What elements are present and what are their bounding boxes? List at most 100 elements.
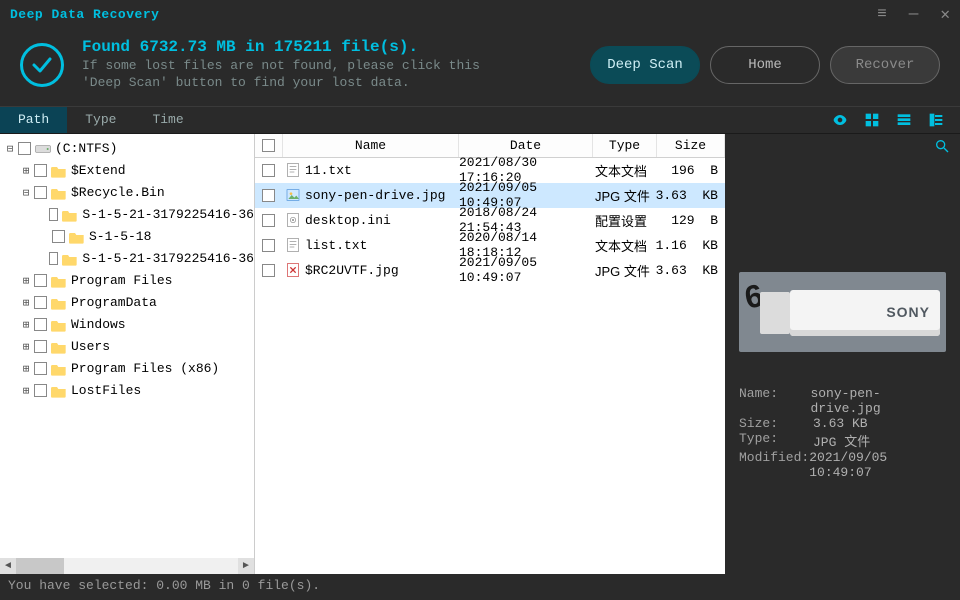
- row-checkbox[interactable]: [262, 164, 275, 177]
- row-checkbox[interactable]: [262, 189, 275, 202]
- scroll-right-arrow[interactable]: ►: [238, 558, 254, 574]
- tree-checkbox[interactable]: [34, 340, 47, 353]
- table-row[interactable]: sony-pen-drive.jpg2021/09/05 10:49:07JPG…: [255, 183, 725, 208]
- tree-row[interactable]: S-1-5-18: [2, 226, 254, 248]
- folder-icon: [51, 362, 67, 376]
- tree-label: $Recycle.Bin: [71, 185, 165, 200]
- tabs-row: Path Type Time: [0, 106, 960, 134]
- file-icon: [285, 237, 301, 253]
- tree-row[interactable]: ⊟(C:NTFS): [2, 138, 254, 160]
- row-checkbox[interactable]: [262, 214, 275, 227]
- header-size[interactable]: Size: [657, 134, 725, 157]
- expand-icon[interactable]: ⊞: [20, 384, 32, 397]
- table-row[interactable]: list.txt2020/08/14 18:18:12文本文档1.16 KB: [255, 233, 725, 258]
- file-size: 196 B: [657, 163, 725, 178]
- check-circle-icon: [20, 43, 64, 87]
- details-panel: 6GB Name:sony-pen-drive.jpg Size:3.63 KB…: [725, 134, 960, 574]
- file-list-body: 11.txt2021/08/30 17:16:20文本文档196 Bsony-p…: [255, 158, 725, 574]
- folder-icon: [62, 208, 78, 222]
- tree-label: Program Files: [71, 273, 172, 288]
- tree-horizontal-scrollbar[interactable]: ◄ ►: [0, 558, 254, 574]
- expand-icon[interactable]: ⊞: [20, 164, 32, 177]
- folder-icon: [51, 164, 67, 178]
- grid-view-icon[interactable]: [864, 112, 880, 128]
- scroll-thumb[interactable]: [16, 558, 64, 574]
- file-size: 129 B: [657, 213, 725, 228]
- home-button[interactable]: Home: [710, 46, 820, 84]
- expand-icon[interactable]: ⊞: [20, 296, 32, 309]
- table-row[interactable]: 11.txt2021/08/30 17:16:20文本文档196 B: [255, 158, 725, 183]
- tree-checkbox[interactable]: [52, 230, 65, 243]
- minimize-icon[interactable]: —: [909, 5, 919, 23]
- file-icon: [285, 187, 301, 203]
- tab-path[interactable]: Path: [0, 107, 67, 133]
- tree-row[interactable]: ⊞ProgramData: [2, 292, 254, 314]
- tree-row[interactable]: S-1-5-21-3179225416-36: [2, 204, 254, 226]
- tab-time[interactable]: Time: [134, 107, 201, 133]
- deep-scan-button[interactable]: Deep Scan: [590, 46, 700, 84]
- tree-checkbox[interactable]: [34, 186, 47, 199]
- tree-row[interactable]: ⊟ $Recycle.Bin: [2, 182, 254, 204]
- folder-icon: [51, 296, 67, 310]
- row-checkbox[interactable]: [262, 239, 275, 252]
- file-type: JPG 文件: [593, 261, 657, 280]
- toolbar-icons: [816, 107, 960, 133]
- preview-toggle-icon[interactable]: [832, 112, 848, 128]
- tree-row[interactable]: S-1-5-21-3179225416-36: [2, 248, 254, 270]
- row-checkbox[interactable]: [262, 264, 275, 277]
- close-icon[interactable]: ✕: [940, 4, 950, 24]
- tree-checkbox[interactable]: [34, 274, 47, 287]
- recover-button[interactable]: Recover: [830, 46, 940, 84]
- tree-checkbox[interactable]: [34, 384, 47, 397]
- file-size: 3.63 KB: [657, 263, 725, 278]
- table-row[interactable]: desktop.ini2018/08/24 21:54:43配置设置129 B: [255, 208, 725, 233]
- tree-row[interactable]: ⊞LostFiles: [2, 380, 254, 402]
- table-row[interactable]: $RC2UVTF.jpg2021/09/05 10:49:07JPG 文件3.6…: [255, 258, 725, 283]
- file-type: 文本文档: [593, 236, 657, 255]
- tree-panel: ⊟(C:NTFS)⊞$Extend ⊟ $Recycle.Bin S-1-5-21-3…: [0, 134, 254, 574]
- tree-checkbox[interactable]: [34, 362, 47, 375]
- tree-checkbox[interactable]: [34, 318, 47, 331]
- header-type[interactable]: Type: [593, 134, 657, 157]
- meta-type-value: JPG 文件: [813, 431, 870, 450]
- expand-icon[interactable]: ⊞: [20, 274, 32, 287]
- select-all-checkbox[interactable]: [262, 139, 275, 152]
- file-date: 2021/09/05 10:49:07: [459, 255, 593, 285]
- tree-row[interactable]: ⊞Users: [2, 336, 254, 358]
- tree-checkbox[interactable]: [34, 164, 47, 177]
- tree-checkbox[interactable]: [18, 142, 31, 155]
- meta-modified-key: Modified:: [739, 450, 809, 480]
- expand-icon[interactable]: ⊞: [20, 318, 32, 331]
- folder-icon: [51, 186, 67, 200]
- folder-icon: [51, 340, 67, 354]
- tree-row[interactable]: ⊞Windows: [2, 314, 254, 336]
- file-icon: [285, 162, 301, 178]
- expand-icon[interactable]: ⊞: [20, 340, 32, 353]
- hint-text: If some lost files are not found, please…: [82, 58, 590, 92]
- usb-body-graphic: [790, 290, 940, 336]
- detail-view-icon[interactable]: [928, 112, 944, 128]
- expand-icon[interactable]: ⊞: [20, 362, 32, 375]
- header-date[interactable]: Date: [459, 134, 593, 157]
- tree-row[interactable]: ⊞ Program Files: [2, 270, 254, 292]
- tree-checkbox[interactable]: [34, 296, 47, 309]
- tree-checkbox[interactable]: [49, 252, 59, 265]
- tab-type[interactable]: Type: [67, 107, 134, 133]
- tree-row[interactable]: ⊞$Extend: [2, 160, 254, 182]
- header-checkbox-col: [255, 134, 283, 157]
- tree-label: S-1-5-21-3179225416-36: [82, 251, 254, 266]
- file-type: 配置设置: [593, 211, 657, 230]
- tree-row[interactable]: ⊞ Program Files (x86): [2, 358, 254, 380]
- search-icon[interactable]: [934, 138, 950, 158]
- scroll-left-arrow[interactable]: ◄: [0, 558, 16, 574]
- list-view-icon[interactable]: [896, 112, 912, 128]
- collapse-icon[interactable]: ⊟: [4, 142, 16, 155]
- search-row: [725, 134, 960, 162]
- collapse-icon[interactable]: ⊟: [20, 186, 32, 199]
- tree-label: Program Files (x86): [71, 361, 219, 376]
- header-name[interactable]: Name: [283, 134, 459, 157]
- tree-checkbox[interactable]: [49, 208, 59, 221]
- menu-icon[interactable]: ≡: [877, 5, 887, 23]
- file-type: 文本文档: [593, 161, 657, 180]
- file-name: sony-pen-drive.jpg: [305, 188, 445, 203]
